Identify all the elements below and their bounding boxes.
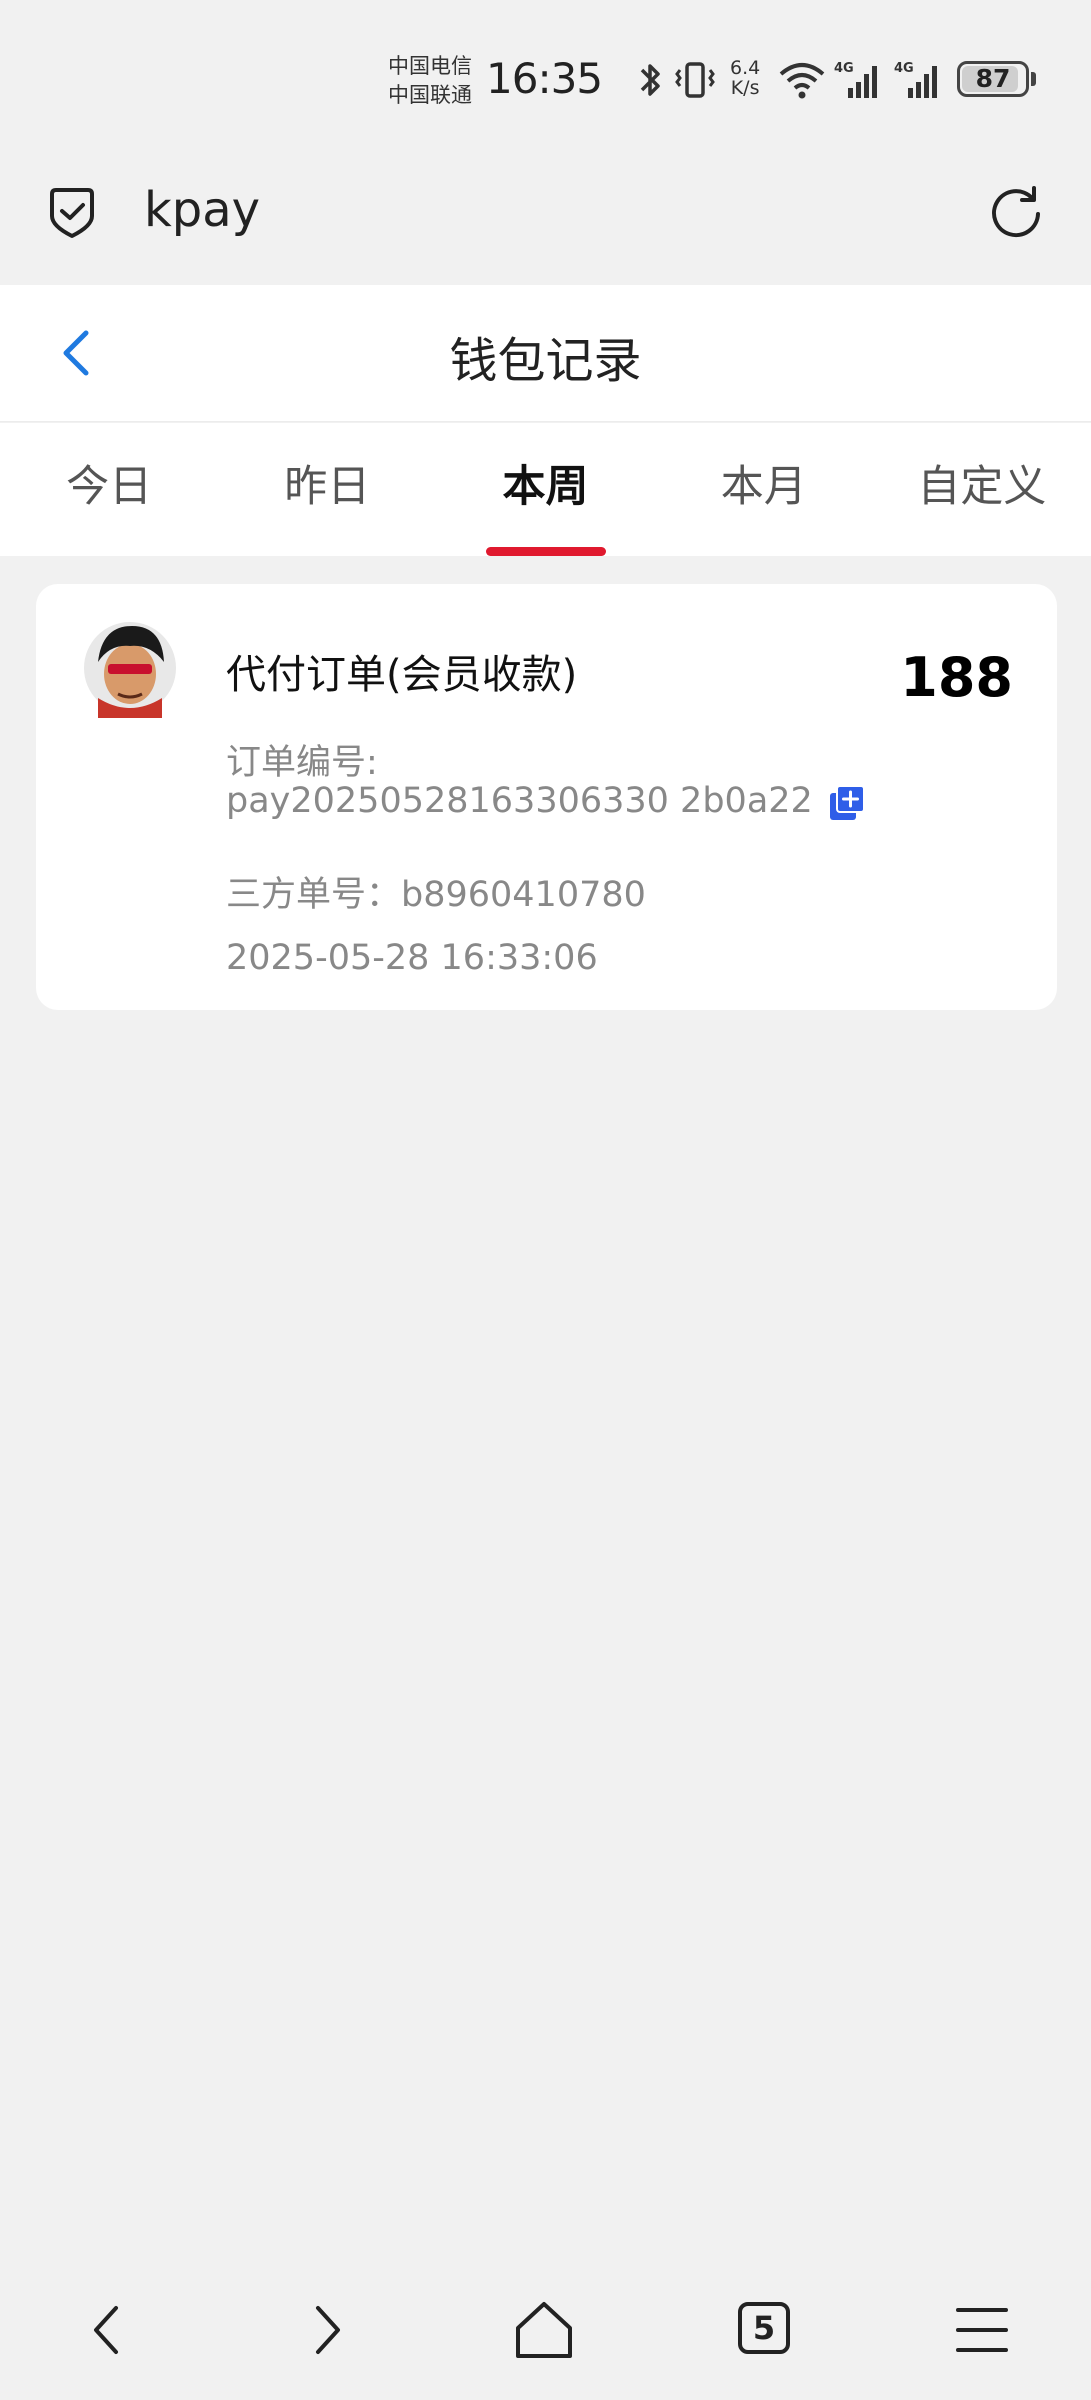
menu-icon[interactable]	[946, 2294, 1018, 2366]
record-title: 代付订单(会员收款)	[226, 652, 578, 698]
date-filter-tabs: 今日 昨日 本周 本月 自定义	[0, 423, 1091, 556]
vibrate-icon	[675, 62, 715, 98]
page-header: 钱包记录	[0, 285, 1091, 422]
third-party-order-number: 三方单号：b8960410780	[226, 875, 646, 915]
carrier-1: 中国电信	[388, 54, 472, 78]
tab-custom[interactable]: 自定义	[873, 423, 1091, 556]
order-number-value: pay20250528163306330 2b0a22	[226, 781, 813, 821]
browser-bottom-nav: 5	[0, 2270, 1091, 2400]
status-bar: 中国电信 中国联通 16:35 6.4 K/s 4G 4G 87	[0, 0, 1091, 160]
tabs-icon[interactable]: 5	[738, 2302, 790, 2354]
status-time: 16:35	[486, 54, 603, 103]
back-icon[interactable]	[72, 2294, 144, 2366]
network-speed-unit: K/s	[730, 77, 760, 99]
wifi-icon	[779, 63, 825, 99]
browser-address-bar: kpay	[0, 160, 1091, 285]
refresh-icon[interactable]	[988, 184, 1044, 240]
battery-level: 87	[975, 64, 1011, 93]
signal-2-label: 4G	[894, 61, 914, 76]
tab-this-week[interactable]: 本周	[436, 423, 654, 556]
forward-icon[interactable]	[290, 2294, 362, 2366]
avatar	[84, 622, 176, 718]
record-amount: 188	[900, 646, 1013, 709]
page-title: 钱包记录	[449, 333, 642, 389]
shield-check-icon[interactable]	[44, 184, 100, 240]
tab-this-month[interactable]: 本月	[655, 423, 873, 556]
order-number-label: 订单编号:	[226, 743, 378, 783]
battery-tip	[1031, 72, 1036, 86]
network-speed-value: 6.4	[730, 57, 761, 79]
carrier-info: 中国电信 中国联通	[388, 52, 472, 110]
signal-icon-1: 4G	[834, 61, 877, 98]
wallet-record-card[interactable]: 代付订单(会员收款) 188 订单编号: pay2025052816330633…	[36, 584, 1057, 1010]
home-icon[interactable]	[508, 2294, 580, 2366]
network-speed: 6.4 K/s	[730, 58, 760, 98]
tab-yesterday[interactable]: 昨日	[218, 423, 436, 556]
copy-icon[interactable]	[828, 784, 866, 822]
url-text[interactable]: kpay	[144, 182, 260, 238]
battery-indicator: 87	[957, 61, 1029, 97]
bluetooth-icon	[640, 64, 660, 96]
record-datetime: 2025-05-28 16:33:06	[226, 938, 598, 978]
signal-icon-2: 4G	[894, 61, 937, 98]
tab-today[interactable]: 今日	[0, 423, 218, 556]
carrier-2: 中国联通	[388, 83, 472, 107]
signal-1-label: 4G	[834, 61, 854, 76]
